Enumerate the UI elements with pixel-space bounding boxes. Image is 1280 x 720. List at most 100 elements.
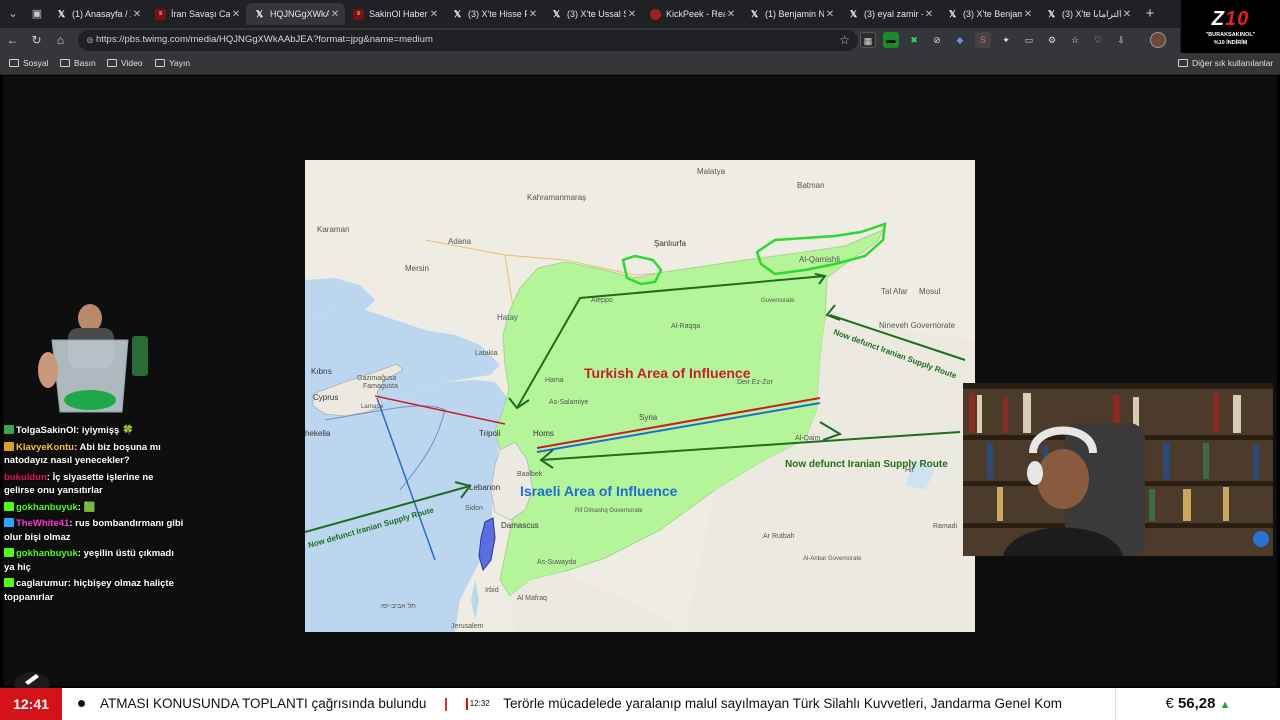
- browser-tab[interactable]: ≡ İran Savaşı Canlı✕: [147, 3, 246, 25]
- bookmark-star-icon[interactable]: ☆: [839, 33, 850, 47]
- tab-close-icon[interactable]: ✕: [725, 9, 737, 20]
- tab-title: (3) X'te Benjamin: [963, 9, 1022, 19]
- browser-tab[interactable]: 𝕏 (3) eyal zamir - A✕: [840, 3, 939, 25]
- bookmark-folder-yayin[interactable]: Yayın: [155, 58, 190, 68]
- browser-tab[interactable]: 𝕏 (3) X'te Benjamin✕: [939, 3, 1038, 25]
- bookmark-label: Video: [121, 58, 143, 68]
- label-kibris: Kıbrıs: [311, 367, 332, 376]
- extension-icon[interactable]: ▦: [860, 32, 876, 48]
- bookmark-folder-sosyal[interactable]: Sosyal: [9, 58, 49, 68]
- reload-icon[interactable]: ↻: [28, 32, 45, 49]
- tab-close-icon[interactable]: ✕: [923, 9, 935, 20]
- bookmark-folder-video[interactable]: Video: [107, 58, 143, 68]
- extension-icon[interactable]: ▬: [883, 32, 899, 48]
- sakinol-favicon-icon: ≡: [155, 8, 166, 20]
- headline: Terörle mücadelede yaralanıp malul sayıl…: [503, 696, 1063, 711]
- headline-time: 12:32: [465, 698, 492, 710]
- browser-tab[interactable]: 𝕏 (3) X'te الترامابا ✕: [1038, 3, 1137, 25]
- downloads-icon[interactable]: ⇩: [1113, 32, 1129, 48]
- extensions-puzzle-icon[interactable]: ✦: [998, 32, 1014, 48]
- browser-tab[interactable]: 𝕏 (3) X'te Ussal Sah✕: [543, 3, 642, 25]
- label-aleppo: Aleppo: [591, 297, 613, 304]
- tab-search-icon[interactable]: ⌄: [4, 5, 22, 23]
- profile-avatar[interactable]: [1150, 32, 1166, 48]
- tab-title: SakinOl Haber M: [369, 9, 428, 19]
- tab-title: (3) X'te Ussal Sah: [567, 9, 626, 19]
- label-tripoli: Tripoli: [479, 429, 501, 438]
- tab-close-icon[interactable]: ✕: [626, 9, 638, 20]
- tab-close-icon[interactable]: ✕: [329, 9, 341, 20]
- sidebar-icon[interactable]: ▭: [1021, 32, 1037, 48]
- ticker-clock: 12:41: [0, 688, 62, 720]
- label-gazimagusa: Gazimağusa: [357, 375, 396, 382]
- x-logo-icon: 𝕏: [750, 8, 759, 19]
- tab-title: KickPeek - Real-: [666, 9, 725, 19]
- url-text[interactable]: https://pbs.twimg.com/media/HQJNGgXWkAAb…: [96, 34, 433, 45]
- label-adana: Adana: [448, 237, 472, 246]
- site-info-icon[interactable]: ⊜: [84, 34, 96, 46]
- chat-username[interactable]: TolgaSakinOl: [16, 425, 76, 436]
- tab-list: 𝕏(1) Anasayfa / X✕≡İran Savaşı Canlı✕𝕏HQ…: [48, 3, 1137, 25]
- x-logo-icon: 𝕏: [255, 8, 264, 19]
- logo-letter: Z: [1211, 8, 1225, 30]
- chat-username[interactable]: bukuldun: [4, 472, 47, 483]
- chat-text: 🟩: [83, 501, 96, 513]
- browser-tab[interactable]: 𝕏 (1) Anasayfa / X ✕: [48, 3, 147, 25]
- label-al-qaim: Al-Qaim: [795, 435, 820, 442]
- chat-username[interactable]: KlavyeKontu: [16, 442, 74, 453]
- label-malatya: Malatya: [697, 167, 726, 176]
- x-logo-icon: 𝕏: [57, 8, 66, 19]
- label-nineveh: Nineveh Governorate: [879, 321, 956, 330]
- new-tab-button[interactable]: +: [1141, 5, 1159, 23]
- extension-icon[interactable]: ◆: [952, 32, 968, 48]
- extension-icon[interactable]: ⊘: [929, 32, 945, 48]
- browser-tab[interactable]: 𝕏 (1) Benjamin Net✕: [741, 3, 840, 25]
- collections-icon[interactable]: ♡: [1090, 32, 1106, 48]
- bookmark-label: Basın: [74, 58, 96, 68]
- browser-tab[interactable]: 𝕏 (3) X'te Hisse Par✕: [444, 3, 543, 25]
- label-latakia: Latakia: [475, 350, 498, 357]
- trend-up-icon: ▲: [1219, 699, 1231, 711]
- tab-title: (1) Benjamin Net: [765, 9, 824, 19]
- label-tal-afar: Tal Afar: [881, 287, 908, 296]
- headphone-cup: [1027, 461, 1043, 485]
- chat-message: caglarumur: hiçbişey olmaz haliçte toppa…: [4, 577, 186, 604]
- chat-username[interactable]: TheWhite41: [16, 518, 69, 529]
- tab-close-icon[interactable]: ✕: [428, 9, 440, 20]
- address-bar[interactable]: ⊜ https://pbs.twimg.com/media/HQJNGgXWkA…: [78, 30, 858, 51]
- browser-tab[interactable]: 𝕏 HQJNGgXWkAA✕: [246, 3, 345, 25]
- reading-list-icon[interactable]: ☆: [1067, 32, 1083, 48]
- home-icon[interactable]: ⌂: [52, 32, 69, 49]
- chat-badge-icon: [4, 518, 14, 527]
- streamer-head: [78, 304, 102, 332]
- chat-username[interactable]: caglarumur: [16, 578, 68, 589]
- map-image[interactable]: Malatya Batman Kahramanmaraş Karaman Ada…: [305, 160, 975, 632]
- chat-username[interactable]: gokhanbuyuk: [16, 502, 78, 513]
- tab-close-icon[interactable]: ✕: [131, 9, 143, 20]
- streamer-face: [1037, 449, 1089, 509]
- logo-number: 10: [1224, 8, 1250, 30]
- browser-tab[interactable]: ≡ SakinOl Haber M✕: [345, 3, 444, 25]
- tab-close-icon[interactable]: ✕: [1022, 9, 1034, 20]
- bookmark-folder-basin[interactable]: Basın: [60, 58, 96, 68]
- tab-close-icon[interactable]: ✕: [230, 9, 242, 20]
- back-icon[interactable]: ←: [4, 32, 21, 49]
- chat-message: TheWhite41: rus bombandırmanı gibi olur …: [4, 517, 186, 544]
- other-bookmarks[interactable]: Diğer sık kullanılanlar: [1178, 58, 1273, 68]
- x-logo-icon: 𝕏: [849, 8, 858, 19]
- label-sanliurfa: Şanlıurfa: [654, 239, 687, 248]
- streamer-cutout: [28, 300, 158, 418]
- extension-icon[interactable]: ✖: [906, 32, 922, 48]
- tab-close-icon[interactable]: ✕: [1121, 9, 1133, 20]
- label-hama: Hama: [545, 377, 564, 384]
- translate-icon[interactable]: ⚙: [1044, 32, 1060, 48]
- label-batman: Batman: [797, 181, 825, 190]
- tab-close-icon[interactable]: ✕: [527, 9, 539, 20]
- label-syria: Syria: [639, 413, 658, 422]
- chat-username[interactable]: gokhanbuyuk: [16, 548, 78, 559]
- tab-close-icon[interactable]: ✕: [824, 9, 836, 20]
- tab-groups-icon[interactable]: ▣: [28, 5, 46, 23]
- news-ticker: 12:41 ATMASI KONUSUNDA TOPLANTI çağrısın…: [0, 688, 1280, 720]
- extension-icon[interactable]: S: [975, 32, 991, 48]
- browser-tab[interactable]: KickPeek - Real-✕: [642, 3, 741, 25]
